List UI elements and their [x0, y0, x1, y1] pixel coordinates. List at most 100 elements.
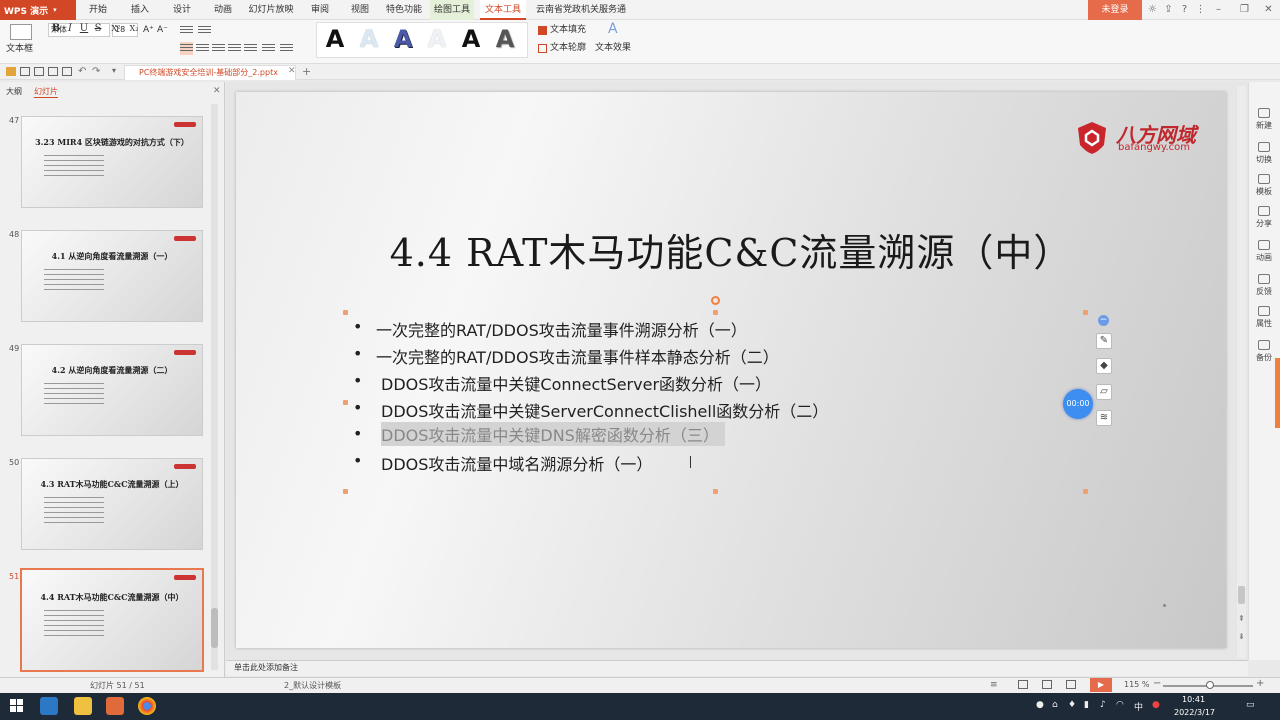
recording-timer[interactable]: 00:00 [1063, 389, 1093, 419]
strikethrough-button[interactable]: S [92, 22, 104, 36]
resize-handle[interactable] [1083, 489, 1088, 494]
align-right-icon[interactable] [212, 42, 225, 55]
editor-scrollbar[interactable] [1237, 86, 1246, 658]
outline-icon[interactable]: ▱ [1096, 384, 1112, 400]
share-icon[interactable]: ⇪ [1162, 3, 1175, 16]
task-view-icon[interactable] [40, 697, 58, 715]
sidebar-item-transition[interactable]: 切换 [1249, 142, 1279, 165]
resize-handle[interactable] [713, 489, 718, 494]
bullet-item[interactable]: 一次完整的RAT/DDOS攻击流量事件样本静态分析（二） [376, 344, 779, 368]
slides-scrollbar-thumb[interactable] [211, 608, 218, 648]
text-effect-icon[interactable]: A [608, 22, 618, 36]
file-explorer-icon[interactable] [74, 697, 92, 715]
normal-view-icon[interactable] [1018, 680, 1028, 689]
layers-icon[interactable]: ≋ [1096, 410, 1112, 426]
menu-item-animation[interactable]: 动画 [208, 0, 238, 20]
sidebar-item-template[interactable]: 模板 [1249, 174, 1279, 197]
play-slideshow-button[interactable]: ▶ [1090, 678, 1112, 692]
menu-item-slideshow[interactable]: 幻灯片放映 [246, 0, 296, 20]
superscript-button[interactable]: X² [108, 22, 124, 36]
menu-item-service-channel[interactable]: 云南省党政机关服务通道 [534, 0, 628, 35]
bullet-list-icon[interactable] [180, 24, 193, 37]
notes-toggle-icon[interactable]: ≡ [990, 680, 998, 690]
print-icon[interactable] [34, 67, 44, 76]
wifi-icon[interactable]: ◠ [1116, 700, 1124, 710]
help-icon[interactable]: ? [1178, 3, 1191, 16]
login-button[interactable]: 未登录 [1088, 0, 1142, 20]
prev-slide-icon[interactable]: ⇞ [1238, 614, 1245, 623]
windows-start-icon[interactable] [10, 699, 24, 713]
menu-item-home[interactable]: 开始 [84, 0, 112, 20]
underline-button[interactable]: U [78, 22, 90, 36]
slide-thumbnail[interactable]: 4.2 从逆向角度看流量溯源（二） [21, 344, 203, 436]
next-slide-icon[interactable]: ⇟ [1238, 632, 1245, 641]
bold-button[interactable]: B [50, 22, 62, 36]
restore-icon[interactable]: ❐ [1238, 3, 1251, 16]
align-left-icon[interactable] [180, 42, 193, 55]
export-pdf-icon[interactable] [48, 67, 58, 76]
shrink-font-button[interactable]: A⁻ [157, 23, 168, 37]
sidebar-item-properties[interactable]: 属性 [1249, 306, 1279, 329]
sidebar-item-share[interactable]: 分享 [1249, 206, 1279, 229]
fill-icon[interactable]: ◆ [1096, 358, 1112, 374]
wordart-style-blue[interactable]: A [388, 24, 418, 54]
sidebar-item-animation[interactable]: 动画 [1249, 240, 1279, 263]
edit-shape-icon[interactable]: ✎ [1096, 333, 1112, 349]
zoom-in-icon[interactable]: + [1256, 678, 1264, 689]
microphone-icon[interactable]: ♦ [1068, 700, 1076, 710]
menu-item-insert[interactable]: 插入 [126, 0, 154, 20]
more-icon[interactable]: ⋮ [1194, 3, 1207, 16]
antivirus-icon[interactable]: ● [1152, 700, 1160, 710]
zoom-out-icon[interactable]: − [1153, 678, 1161, 689]
menu-item-review[interactable]: 审阅 [306, 0, 334, 20]
number-list-icon[interactable] [198, 24, 211, 37]
chevron-down-icon[interactable]: ▾ [112, 66, 116, 75]
undo-icon[interactable]: ↶ [78, 66, 86, 77]
volume-icon[interactable]: ♪ [1100, 700, 1106, 710]
wordart-style-pale[interactable]: A [422, 24, 452, 54]
bullet-item[interactable]: DDOS攻击流量中关键ConnectServer函数分析（一） [381, 371, 771, 395]
textbox-button[interactable]: 文本框 [6, 42, 33, 56]
editor-scrollbar-thumb[interactable] [1238, 586, 1245, 604]
chrome-icon[interactable] [138, 697, 156, 715]
resize-handle[interactable] [343, 400, 348, 405]
bullet-item-highlighted[interactable]: DDOS攻击流量中关键DNS解密函数分析（三） [381, 422, 725, 446]
new-tab-icon[interactable]: + [302, 65, 311, 78]
align-center-icon[interactable] [196, 42, 209, 55]
distribute-icon[interactable] [244, 42, 257, 55]
menu-item-features[interactable]: 特色功能 [384, 0, 424, 20]
reading-view-icon[interactable] [1066, 680, 1076, 689]
app-menu-button[interactable]: WPS 演示 ▾ [0, 0, 76, 20]
slide-thumbnail[interactable]: 4.3 RAT木马功能C&C流量溯源（上） [21, 458, 203, 550]
menu-item-drawing-tools[interactable]: 绘图工具 [430, 0, 474, 20]
grow-font-button[interactable]: A⁺ [143, 23, 154, 37]
sidebar-item-feedback[interactable]: 反馈 [1249, 274, 1279, 297]
tab-slides[interactable]: 幻灯片 [34, 86, 58, 98]
resize-handle[interactable] [713, 310, 718, 315]
print-preview-icon[interactable] [62, 67, 72, 76]
redo-icon[interactable]: ↷ [92, 66, 100, 77]
save-icon[interactable] [20, 67, 30, 76]
notification-icon[interactable]: ▭ [1246, 700, 1255, 710]
textbox-icon[interactable] [10, 24, 32, 40]
text-effect-button[interactable]: 文本效果 [595, 41, 631, 55]
battery-icon[interactable]: ▮ [1084, 700, 1089, 710]
slide-thumbnail[interactable]: 4.1 从逆向角度看流量溯源（一） [21, 230, 203, 322]
wordart-style-light[interactable]: A [354, 24, 384, 54]
sidebar-item-new[interactable]: 新建 [1249, 108, 1279, 131]
sorter-view-icon[interactable] [1042, 680, 1052, 689]
clock-date[interactable]: 2022/3/17 [1174, 708, 1215, 717]
subscript-button[interactable]: X₂ [126, 22, 142, 36]
tab-outline[interactable]: 大纲 [6, 86, 22, 97]
menu-item-view[interactable]: 视图 [346, 0, 374, 20]
slide-thumbnail[interactable]: 3.23 MIR4 区块链游戏的对抗方式（下） [21, 116, 203, 208]
document-tab[interactable]: PC终端游戏安全培训-基础部分_2.pptx [124, 65, 296, 80]
bullet-item[interactable]: DDOS攻击流量中域名溯源分析（一） [381, 451, 652, 475]
wordart-style-black[interactable]: A [320, 24, 350, 54]
rotate-handle[interactable] [711, 296, 720, 305]
zoom-slider-knob[interactable] [1206, 681, 1214, 689]
text-fill-button[interactable]: 文本填充 [550, 23, 586, 37]
text-direction-icon[interactable] [280, 42, 293, 55]
text-outline-button[interactable]: 文本轮廓 [550, 41, 586, 55]
slide-thumbnail-selected[interactable]: 4.4 RAT木马功能C&C流量溯源（中） [20, 568, 204, 672]
